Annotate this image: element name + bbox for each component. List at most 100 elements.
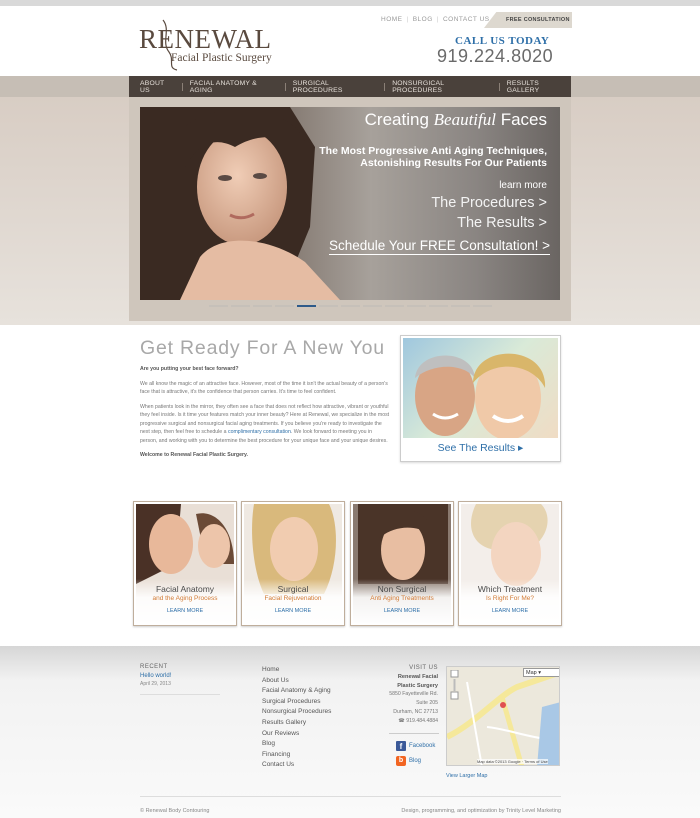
design-credit[interactable]: Design, programming, and optimization by… [401, 808, 561, 814]
header-phone[interactable]: 919.224.8020 [437, 46, 553, 67]
hero-learn-more: learn more [499, 180, 547, 191]
see-results-link[interactable]: See The Results ▸ [401, 442, 560, 454]
card-surgical[interactable]: Surgical Facial Rejuvenation LEARN MORE [241, 501, 345, 626]
hero-tagline-line: Astonishing Results For Our Patients [360, 157, 547, 169]
nav-about-us[interactable]: ABOUT US [140, 80, 175, 94]
facebook-link[interactable]: f Facebook [396, 738, 435, 753]
free-consultation-tab[interactable]: FREE CONSULTATION [484, 12, 572, 28]
nav-divider [384, 82, 386, 91]
card-learn-more[interactable]: LEARN MORE [459, 608, 561, 614]
hero-slider[interactable]: Creating Beautiful Faces The Most Progre… [140, 107, 560, 300]
slider-dot[interactable] [407, 305, 426, 307]
footer-link[interactable]: Surgical Procedures [262, 697, 331, 708]
footer-divider [140, 694, 220, 695]
slider-dot[interactable] [429, 305, 448, 307]
card-which-treatment[interactable]: Which Treatment Is Right For Me? LEARN M… [458, 501, 562, 626]
utility-nav: HOME | BLOG | CONTACT US [381, 16, 490, 23]
footer [0, 646, 700, 818]
footer-link[interactable]: Nonsurgical Procedures [262, 707, 331, 718]
footer-link[interactable]: Blog [262, 739, 331, 750]
logo-swash-icon [162, 19, 178, 71]
nav-results-gallery[interactable]: RESULTS GALLERY [507, 80, 571, 94]
arrow-right-icon: ▸ [518, 442, 524, 454]
intro-closing: Welcome to Renewal Facial Plastic Surger… [140, 452, 248, 458]
slider-dot[interactable] [275, 305, 294, 307]
intro-title: Get Ready For A New You [140, 337, 385, 359]
recent-post-date: April 29, 2013 [140, 681, 171, 687]
footer-phone[interactable]: ☎ 919.484.4884 [360, 717, 438, 726]
footer-recent: RECENT Hello world! April 29, 2013 [140, 664, 171, 687]
visit-name: Plastic Surgery [397, 682, 438, 689]
footer-divider [389, 733, 439, 734]
complimentary-consultation-link[interactable]: complimentary consultation [228, 429, 291, 435]
hero-schedule-consultation[interactable]: Schedule Your FREE Consultation! > [328, 238, 550, 255]
main-nav: ABOUT US FACIAL ANATOMY & AGING SURGICAL… [129, 76, 571, 97]
couple-photo [403, 338, 558, 438]
utility-link-contact[interactable]: CONTACT US [443, 16, 490, 23]
recent-post-link[interactable]: Hello world! [140, 673, 171, 679]
intro-copy: Are you putting your best face forward? … [140, 365, 390, 466]
card-facial-anatomy[interactable]: Facial Anatomy and the Aging Process LEA… [133, 501, 237, 626]
nav-divider [284, 82, 286, 91]
slider-dot[interactable] [209, 305, 228, 307]
footer-link[interactable]: Home [262, 665, 331, 676]
utility-separator: | [436, 16, 439, 23]
card-learn-more[interactable]: LEARN MORE [351, 608, 453, 614]
footer-visit-us: VISIT US Renewal Facial Plastic Surgery … [360, 664, 438, 726]
intro-paragraph: When patients look in the mirror, they o… [140, 403, 390, 444]
footer-link[interactable]: Contact Us [262, 760, 331, 771]
intro-lead: Are you putting your best face forward? [140, 366, 239, 372]
footer-link[interactable]: Facial Anatomy & Aging [262, 686, 331, 697]
slider-dot[interactable] [253, 305, 272, 307]
slider-dot[interactable] [363, 305, 382, 307]
nav-divider [181, 82, 183, 91]
view-larger-map-link[interactable]: View Larger Map [446, 773, 487, 779]
slider-dot[interactable] [297, 305, 316, 307]
logo[interactable]: RENEWAL Facial Plastic Surgery [139, 19, 272, 71]
utility-link-blog[interactable]: BLOG [413, 16, 433, 23]
slider-dot[interactable] [451, 305, 470, 307]
visit-name: Renewal Facial [397, 673, 438, 680]
address-line: 5850 Fayetteville Rd. [389, 691, 438, 698]
nav-surgical-procedures[interactable]: SURGICAL PROCEDURES [293, 80, 378, 94]
slider-dot[interactable] [385, 305, 404, 307]
address-line: Durham, NC 27713 [393, 708, 438, 715]
visit-heading: VISIT US [409, 665, 438, 671]
card-subtitle: and the Aging Process [152, 595, 218, 602]
footer-link[interactable]: Results Gallery [262, 718, 331, 729]
slider-dot[interactable] [319, 305, 338, 307]
card-title: Surgical [277, 584, 309, 594]
see-results-box[interactable]: See The Results ▸ [400, 335, 561, 462]
hero-link-procedures[interactable]: The Procedures > [431, 195, 547, 211]
utility-separator: | [406, 16, 409, 23]
logo-tagline: Facial Plastic Surgery [171, 52, 272, 64]
map-type-select[interactable]: Map ▾ [523, 668, 559, 677]
footer-link[interactable]: Our Reviews [262, 729, 331, 740]
card-title: Facial Anatomy [155, 584, 215, 594]
card-non-surgical[interactable]: Non Surgical Anti Aging Treatments LEARN… [350, 501, 454, 626]
slider-dot[interactable] [341, 305, 360, 307]
copyright: © Renewal Body Contouring [140, 808, 210, 814]
hero-tagline-line: The Most Progressive Anti Aging Techniqu… [319, 145, 547, 157]
card-learn-more[interactable]: LEARN MORE [242, 608, 344, 614]
blog-link[interactable]: b Blog [396, 753, 435, 768]
intro-paragraph: We all know the magic of an attractive f… [140, 380, 388, 396]
nav-facial-anatomy[interactable]: FACIAL ANATOMY & AGING [190, 80, 278, 94]
card-learn-more[interactable]: LEARN MORE [134, 608, 236, 614]
header: RENEWAL Facial Plastic Surgery HOME | BLOG… [0, 6, 700, 76]
google-map[interactable]: Map ▾ Map data ©2013 Google · Terms of U… [446, 666, 560, 766]
footer-links: Home About Us Facial Anatomy & Aging Surgic… [262, 665, 331, 771]
map-zoom-control[interactable] [450, 669, 459, 700]
map-image [447, 667, 559, 765]
recent-heading: RECENT [140, 664, 168, 670]
slider-pagination [209, 305, 492, 307]
footer-link[interactable]: About Us [262, 676, 331, 687]
nav-divider [498, 82, 500, 91]
utility-link-home[interactable]: HOME [381, 16, 403, 23]
hero-link-results[interactable]: The Results > [457, 215, 547, 231]
hero-title: Creating Beautiful Faces [364, 110, 547, 129]
footer-link[interactable]: Financing [262, 750, 331, 761]
nav-nonsurgical-procedures[interactable]: NONSURGICAL PROCEDURES [392, 80, 492, 94]
slider-dot[interactable] [473, 305, 492, 307]
slider-dot[interactable] [231, 305, 250, 307]
